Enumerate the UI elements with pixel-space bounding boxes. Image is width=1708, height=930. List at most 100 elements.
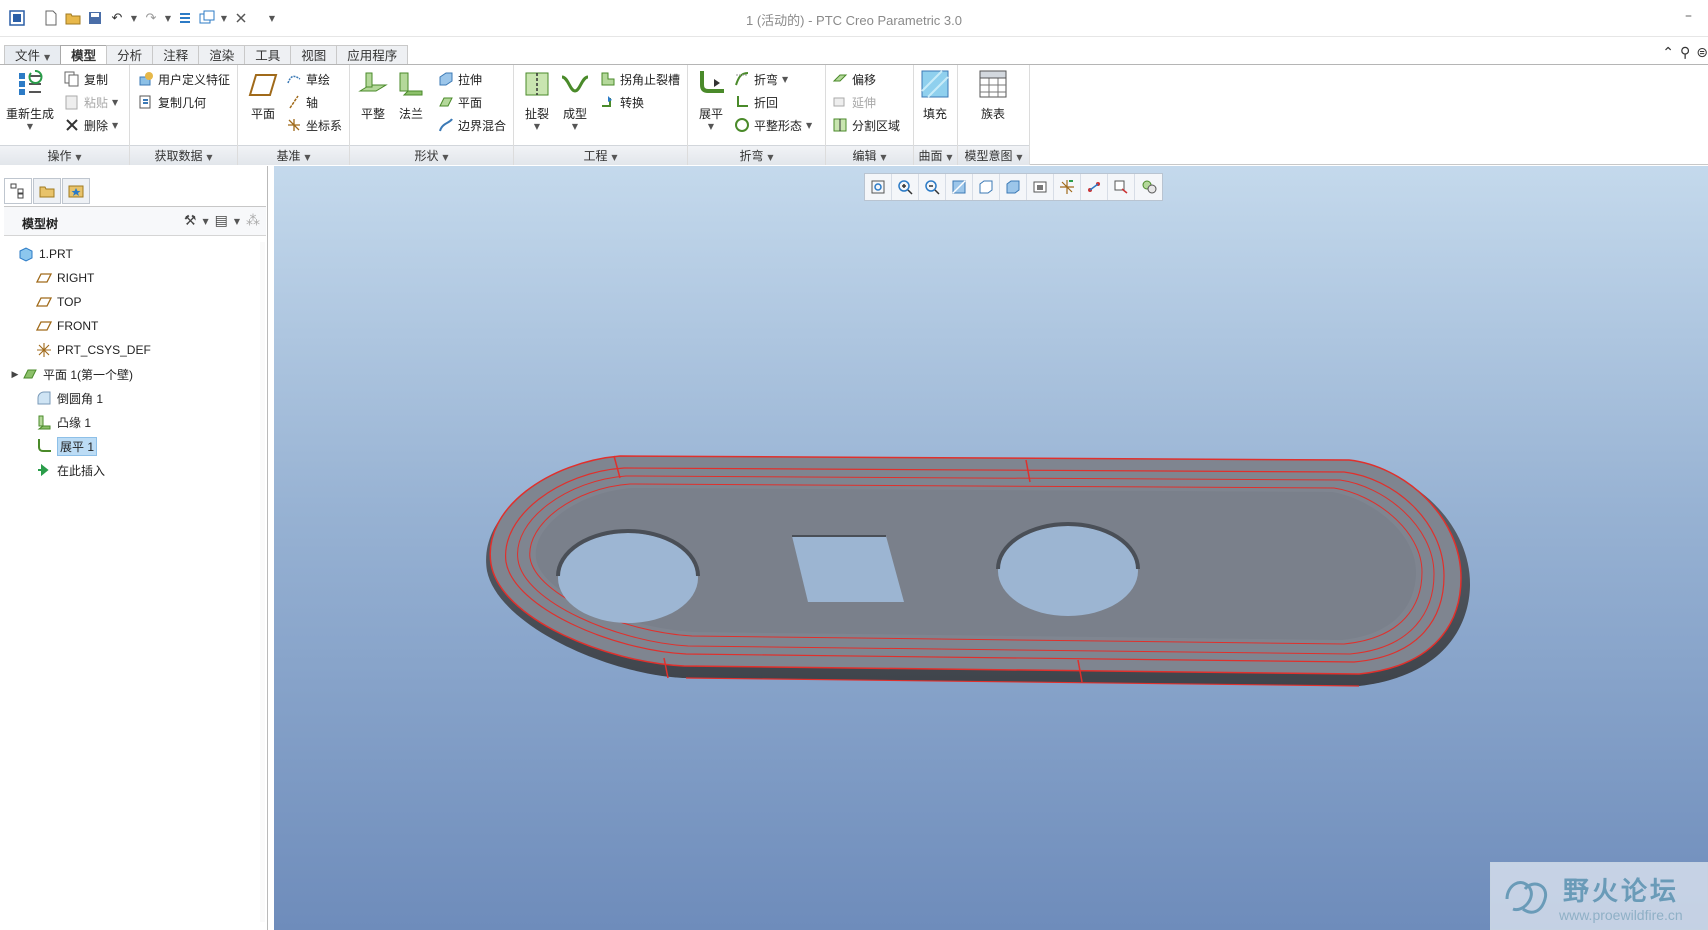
tab-model-tree[interactable] bbox=[4, 178, 32, 204]
watermark-logo-icon bbox=[1505, 881, 1548, 914]
tree-item-top[interactable]: TOP bbox=[4, 290, 266, 314]
group-engineering: 扯裂 ▼ 成型 ▼ 拐角止裂槽 转换 工程 ▼ bbox=[514, 65, 688, 165]
paste-button[interactable]: 粘贴 ▼ bbox=[64, 92, 118, 112]
group-label-operations[interactable]: 操作 ▼ bbox=[0, 145, 129, 165]
datum-plane-icon bbox=[36, 321, 52, 331]
tree-item-part[interactable]: 1.PRT bbox=[4, 242, 266, 266]
corner-relief-icon bbox=[601, 72, 615, 86]
tab-analysis[interactable]: 分析 bbox=[106, 45, 154, 65]
convert-icon bbox=[602, 96, 612, 107]
insert-here-icon bbox=[38, 463, 49, 477]
flange-button[interactable]: 法兰 bbox=[396, 69, 426, 122]
group-label-engineering[interactable]: 工程 ▼ bbox=[514, 145, 687, 165]
regenerate-button[interactable]: 重新生成 ▼ bbox=[6, 69, 54, 131]
tree-item-flat-wall[interactable]: ▶ 平面 1(第一个壁) bbox=[4, 362, 266, 386]
group-label-surfaces[interactable]: 曲面 ▼ bbox=[914, 145, 957, 165]
extrude-button[interactable]: 拉伸 bbox=[438, 69, 482, 89]
square-cutout bbox=[792, 536, 904, 602]
planar-icon bbox=[439, 97, 453, 107]
tab-applications[interactable]: 应用程序 bbox=[336, 45, 409, 65]
collapse-ribbon-icon[interactable]: ⌃ bbox=[1662, 45, 1674, 61]
help-icon[interactable]: ⊜ bbox=[1696, 45, 1708, 61]
group-label-shapes[interactable]: 形状 ▼ bbox=[350, 145, 513, 165]
tree-settings-icon[interactable]: ⚒ bbox=[184, 213, 197, 229]
tree-item-right[interactable]: RIGHT bbox=[4, 266, 266, 290]
rip-icon bbox=[525, 72, 549, 96]
group-label-bend[interactable]: 折弯 ▼ bbox=[688, 145, 825, 165]
group-label-edit[interactable]: 编辑 ▼ bbox=[826, 145, 913, 165]
group-label-model-intent[interactable]: 模型意图 ▼ bbox=[958, 145, 1029, 165]
tab-view[interactable]: 视图 bbox=[290, 45, 338, 65]
title-bar: ↶ ▼ ↷ ▼ ▼ ▼ 1 (活动的) - PTC Creo Parametri… bbox=[0, 0, 1708, 37]
minimize-icon[interactable]: – bbox=[1685, 8, 1692, 24]
tree-scrollbar[interactable] bbox=[260, 242, 265, 922]
axis-button[interactable]: 轴 bbox=[286, 92, 318, 112]
watermark-url: www.proewildfire.cn bbox=[1559, 907, 1683, 923]
tree-filter-icon[interactable]: ⁂ bbox=[246, 213, 260, 229]
flat-pattern-icon bbox=[735, 118, 749, 132]
model-tree-title: 模型树 bbox=[22, 217, 59, 231]
tab-tools[interactable]: 工具 bbox=[244, 45, 292, 65]
bend-button[interactable]: 折弯 ▼ bbox=[734, 69, 788, 89]
search-icon[interactable]: ⚲ bbox=[1680, 45, 1690, 61]
datum-plane-icon bbox=[36, 297, 52, 307]
udf-button[interactable]: 用户定义特征 bbox=[138, 69, 230, 89]
tab-folder-browser[interactable] bbox=[33, 178, 61, 204]
folder-icon bbox=[39, 186, 55, 198]
delete-button[interactable]: 删除 ▼ bbox=[64, 115, 118, 135]
flat-wall-icon bbox=[23, 369, 37, 379]
flat-button[interactable]: 平整 bbox=[358, 69, 388, 122]
sketch-button[interactable]: 草绘 bbox=[286, 69, 330, 89]
copy-button[interactable]: 复制 bbox=[64, 69, 108, 89]
part-model-3d[interactable] bbox=[274, 166, 1708, 930]
tree-item-csys[interactable]: PRT_CSYS_DEF bbox=[4, 338, 266, 362]
rip-button[interactable]: 扯裂 ▼ bbox=[522, 69, 552, 131]
watermark-title: 野火论坛 bbox=[1563, 877, 1680, 907]
datum-plane-button[interactable]: 平面 bbox=[248, 69, 278, 122]
flat-icon bbox=[358, 72, 388, 92]
form-button[interactable]: 成型 ▼ bbox=[560, 69, 590, 131]
bend-back-button[interactable]: 折回 bbox=[734, 92, 778, 112]
regenerate-icon bbox=[19, 70, 43, 95]
group-shapes: 平整 法兰 拉伸 平面 边界混合 形状 ▼ bbox=[350, 65, 514, 165]
model-tree: 1.PRT RIGHT TOP FRONT PRT_CSYS_DEF ▶ 平面 1… bbox=[4, 242, 266, 482]
tree-item-flange[interactable]: 凸缘 1 bbox=[4, 410, 266, 434]
tab-favorites[interactable] bbox=[62, 178, 90, 204]
tree-item-front[interactable]: FRONT bbox=[4, 314, 266, 338]
csys-button[interactable]: 坐标系 bbox=[286, 115, 342, 135]
bend-back-icon bbox=[737, 96, 748, 107]
tree-item-insert-here[interactable]: 在此插入 bbox=[4, 458, 266, 482]
tab-model[interactable]: 模型 bbox=[60, 45, 108, 66]
unbend-button[interactable]: 展平 ▼ bbox=[696, 69, 726, 131]
axis-icon bbox=[289, 95, 299, 109]
flat-pattern-button[interactable]: 平整形态 ▼ bbox=[734, 115, 812, 135]
graphics-viewport[interactable]: 野火论坛 www.proewildfire.cn bbox=[274, 166, 1708, 930]
boundary-blend-button[interactable]: 边界混合 bbox=[438, 115, 506, 135]
corner-relief-button[interactable]: 拐角止裂槽 bbox=[600, 69, 680, 89]
model-tree-icon bbox=[10, 183, 24, 199]
copy-geometry-button[interactable]: 复制几何 bbox=[138, 92, 206, 112]
plane-icon bbox=[248, 74, 278, 96]
shape-plane-button[interactable]: 平面 bbox=[438, 92, 482, 112]
tree-show-icon[interactable]: ▤ bbox=[215, 213, 228, 229]
convert-button[interactable]: 转换 bbox=[600, 92, 644, 112]
group-get-data: 用户定义特征 复制几何 获取数据 ▼ bbox=[130, 65, 238, 165]
tab-file[interactable]: 文件 ▼ bbox=[4, 45, 62, 65]
fill-button[interactable]: 填充 bbox=[920, 69, 950, 122]
group-surfaces: 填充 曲面 ▼ bbox=[914, 65, 958, 165]
offset-button[interactable]: 偏移 bbox=[832, 69, 876, 89]
tree-item-round[interactable]: 倒圆角 1 bbox=[4, 386, 266, 410]
tree-item-unbend[interactable]: 展平 1 bbox=[4, 434, 266, 458]
boundary-blend-icon bbox=[439, 118, 453, 132]
tab-render[interactable]: 渲染 bbox=[198, 45, 246, 65]
tab-annotate[interactable]: 注释 bbox=[152, 45, 200, 65]
expand-arrow-icon[interactable]: ▶ bbox=[8, 369, 22, 380]
group-label-get-data[interactable]: 获取数据 ▼ bbox=[130, 145, 237, 165]
extend-button[interactable]: 延伸 bbox=[832, 92, 876, 112]
paste-icon bbox=[65, 95, 78, 110]
group-label-datum[interactable]: 基准 ▼ bbox=[238, 145, 349, 165]
family-table-button[interactable]: 族表 bbox=[978, 69, 1008, 122]
flange-icon bbox=[399, 72, 423, 96]
group-bend: 展平 ▼ 折弯 ▼ 折回 平整形态 ▼ 折弯 ▼ bbox=[688, 65, 826, 165]
split-area-button[interactable]: 分割区域 bbox=[832, 115, 900, 135]
